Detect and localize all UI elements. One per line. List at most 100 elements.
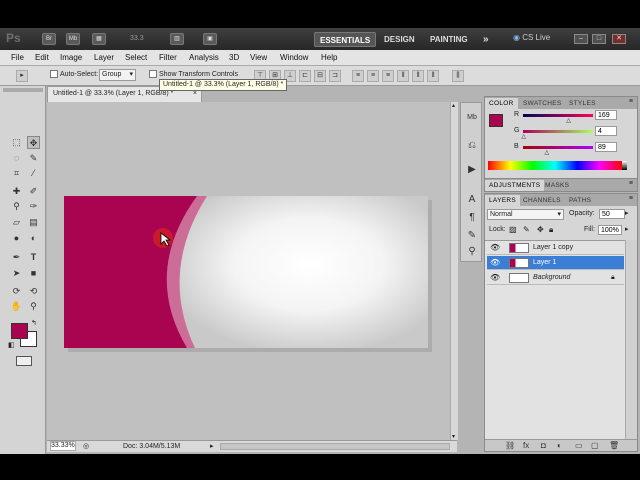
zoom-tool-icon[interactable]: ⚲	[27, 300, 40, 313]
history-panel-icon[interactable]: ⎌	[465, 139, 479, 153]
menu-window[interactable]: Window	[280, 53, 308, 62]
adjustment-layer-icon[interactable]: ◐	[557, 441, 562, 450]
menu-file[interactable]: File	[11, 53, 24, 62]
canvas-area[interactable]	[47, 102, 457, 440]
close-icon[interactable]: ✕	[612, 34, 626, 44]
g-value-field[interactable]	[595, 126, 617, 136]
brush-tool-icon[interactable]: ✐	[27, 185, 40, 198]
opacity-dropdown-icon[interactable]: ▸	[625, 209, 629, 217]
vertical-scrollbar[interactable]: ▴ ▾	[450, 102, 458, 440]
align-right-icon[interactable]: ⊐	[329, 70, 341, 82]
path-selection-tool-icon[interactable]: ➤	[10, 267, 23, 280]
shape-tool-icon[interactable]: ■	[27, 267, 40, 280]
layers-scrollbar[interactable]	[625, 240, 637, 440]
quick-select-tool-icon[interactable]: ✎	[27, 152, 40, 165]
menu-analysis[interactable]: Analysis	[189, 53, 219, 62]
tab-paths[interactable]: PATHS	[565, 195, 595, 206]
distribute-left-icon[interactable]: ⦀	[397, 70, 409, 82]
status-menu-icon[interactable]: ▸	[210, 441, 214, 452]
visibility-eye-icon[interactable]: 👁︎	[490, 244, 500, 252]
visibility-eye-icon[interactable]: 👁︎	[490, 274, 500, 282]
g-slider-handle[interactable]: △	[521, 133, 526, 140]
pen-tool-icon[interactable]: ✒	[10, 251, 23, 264]
tools-panel-grip[interactable]	[3, 88, 43, 92]
workspace-essentials[interactable]: ESSENTIALS	[314, 32, 377, 47]
crop-tool-icon[interactable]: ⌗	[10, 167, 23, 180]
auto-select-checkbox[interactable]	[50, 70, 58, 78]
mini-bridge-icon[interactable]: Mb	[66, 33, 80, 45]
align-left-icon[interactable]: ⊏	[299, 70, 311, 82]
eyedropper-tool-icon[interactable]: ⁄	[27, 167, 40, 180]
scroll-down-icon[interactable]: ▾	[452, 433, 455, 440]
eraser-tool-icon[interactable]: ▱	[10, 216, 23, 229]
swap-colors-icon[interactable]: ↰	[31, 319, 37, 327]
clone-source-panel-icon[interactable]: ⚲	[465, 245, 479, 259]
blur-tool-icon[interactable]: ●	[10, 232, 23, 245]
distribute-top-icon[interactable]: ≡	[352, 70, 364, 82]
tab-layers[interactable]: LAYERS	[485, 195, 520, 206]
visibility-eye-icon[interactable]: 👁︎	[490, 259, 500, 267]
view-extras-icon[interactable]: ▦	[92, 33, 106, 45]
menu-help[interactable]: Help	[321, 53, 337, 62]
tab-styles[interactable]: STYLES	[565, 98, 600, 109]
lock-all-icon[interactable]: 🔒︎	[549, 225, 553, 235]
layer-style-icon[interactable]: fx	[523, 441, 529, 450]
character-panel-icon[interactable]: A	[465, 193, 479, 207]
delete-layer-icon[interactable]: 🗑︎	[609, 441, 619, 450]
clone-stamp-tool-icon[interactable]: ⚲	[10, 200, 23, 213]
tab-masks[interactable]: MASKS	[541, 180, 573, 191]
tab-swatches[interactable]: SWATCHES	[519, 98, 566, 109]
menu-edit[interactable]: Edit	[35, 53, 49, 62]
quick-mask-icon[interactable]	[16, 356, 32, 366]
gradient-tool-icon[interactable]: ▤	[27, 216, 40, 229]
fill-dropdown-icon[interactable]: ▸	[625, 225, 629, 233]
more-workspaces-icon[interactable]: »	[478, 32, 494, 47]
foreground-color-swatch[interactable]	[11, 323, 28, 339]
move-tool-icon[interactable]: ✥	[27, 136, 40, 149]
brush-panel-icon[interactable]: ✎	[465, 229, 479, 243]
paragraph-panel-icon[interactable]: ¶	[465, 211, 479, 225]
align-hcenter-icon[interactable]: ⊟	[314, 70, 326, 82]
history-brush-tool-icon[interactable]: ✑	[27, 200, 40, 213]
workspace-design[interactable]: DESIGN	[379, 32, 420, 47]
status-info-icon[interactable]: ◎	[83, 441, 89, 452]
fill-field[interactable]	[598, 225, 622, 235]
menu-select[interactable]: Select	[125, 53, 147, 62]
show-transform-checkbox[interactable]	[149, 70, 157, 78]
screen-mode-icon[interactable]: ▣	[203, 33, 217, 45]
b-slider[interactable]	[523, 146, 593, 149]
adjustments-menu-icon[interactable]: ≡	[629, 180, 633, 187]
auto-select-dropdown[interactable]: Group ▾	[99, 69, 136, 81]
r-value-field[interactable]	[595, 110, 617, 120]
menu-view[interactable]: View	[250, 53, 267, 62]
r-slider[interactable]	[523, 114, 593, 117]
bridge-icon[interactable]: Br	[42, 33, 56, 45]
actions-panel-icon[interactable]: ▶	[465, 163, 479, 177]
link-layers-icon[interactable]: ⛓	[505, 441, 515, 450]
dodge-tool-icon[interactable]: ◐	[27, 232, 40, 245]
document-canvas[interactable]	[47, 102, 450, 440]
distribute-right-icon[interactable]: ⦀	[427, 70, 439, 82]
opacity-field[interactable]	[599, 209, 625, 219]
auto-align-layers-icon[interactable]: ⫼	[452, 70, 464, 82]
lasso-tool-icon[interactable]: ◌	[10, 152, 23, 165]
menu-layer[interactable]: Layer	[94, 53, 114, 62]
lock-position-icon[interactable]: ✥	[537, 225, 544, 234]
horizontal-scrollbar[interactable]	[220, 443, 450, 450]
hand-tool-icon[interactable]: ✋	[10, 300, 23, 313]
tab-color[interactable]: COLOR	[485, 98, 518, 109]
minimize-icon[interactable]: –	[574, 34, 588, 44]
default-colors-icon[interactable]: ◧	[8, 341, 15, 349]
lock-transparent-icon[interactable]: ▨	[509, 225, 517, 234]
color-spectrum-bar[interactable]	[488, 161, 622, 170]
menu-image[interactable]: Image	[60, 53, 82, 62]
layers-menu-icon[interactable]: ≡	[629, 195, 633, 202]
3d-orbit-tool-icon[interactable]: ⟲	[27, 285, 40, 298]
mini-bridge-panel-icon[interactable]: Mb	[465, 111, 479, 125]
distribute-bottom-icon[interactable]: ≡	[382, 70, 394, 82]
new-group-icon[interactable]: ▭	[575, 441, 583, 450]
distribute-vcenter-icon[interactable]: ≡	[367, 70, 379, 82]
layer-row-selected[interactable]: 👁︎ Layer 1	[487, 256, 624, 270]
marquee-tool-icon[interactable]: ⬚	[10, 136, 23, 149]
healing-brush-tool-icon[interactable]: ✚	[10, 185, 23, 198]
